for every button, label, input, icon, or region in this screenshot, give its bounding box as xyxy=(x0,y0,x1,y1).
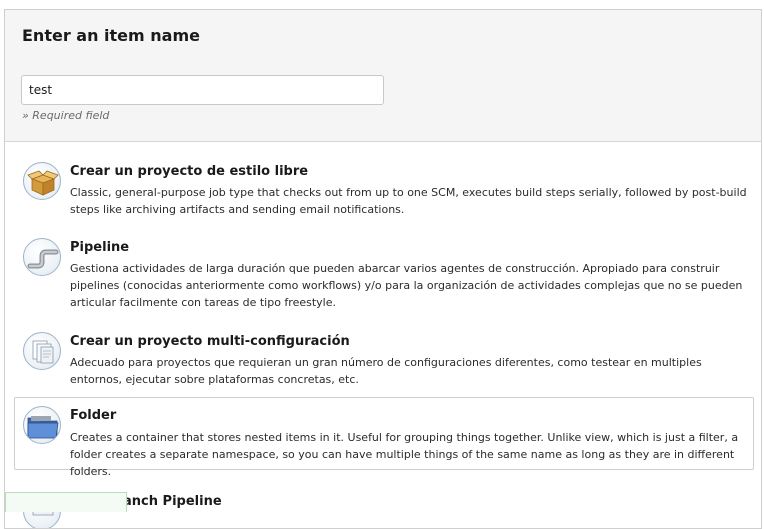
multi-config-icon xyxy=(23,332,61,370)
item-type-pipeline[interactable]: Pipeline Gestiona actividades de larga d… xyxy=(14,235,754,317)
item-title: Pipeline xyxy=(70,240,130,255)
item-title: Crear un proyecto multi-configuración xyxy=(70,334,350,349)
item-description: Creates a container that stores nested i… xyxy=(70,431,739,478)
freestyle-box-icon xyxy=(23,162,61,200)
page-title: Enter an item name xyxy=(22,26,200,45)
required-field-hint: » Required field xyxy=(22,109,110,122)
item-description: Classic, general-purpose job type that c… xyxy=(70,186,747,216)
item-description: Gestiona actividades de larga duración q… xyxy=(70,262,743,309)
bottom-status-tab[interactable] xyxy=(5,492,127,512)
new-item-panel: Enter an item name » Required field Crea… xyxy=(4,9,762,529)
item-description: Adecuado para proyectos que requieran un… xyxy=(70,356,702,386)
item-title: Folder xyxy=(70,408,117,423)
folder-icon xyxy=(23,406,61,444)
item-title: Crear un proyecto de estilo libre xyxy=(70,164,309,179)
item-type-freestyle[interactable]: Crear un proyecto de estilo libre Classi… xyxy=(14,159,754,221)
pipeline-icon xyxy=(23,238,61,276)
item-name-input[interactable] xyxy=(21,75,384,105)
item-name-header: Enter an item name » Required field xyxy=(5,10,761,142)
item-type-folder[interactable]: Folder Creates a container that stores n… xyxy=(14,397,754,478)
item-type-multi-config[interactable]: Crear un proyecto multi-configuración Ad… xyxy=(14,329,754,393)
